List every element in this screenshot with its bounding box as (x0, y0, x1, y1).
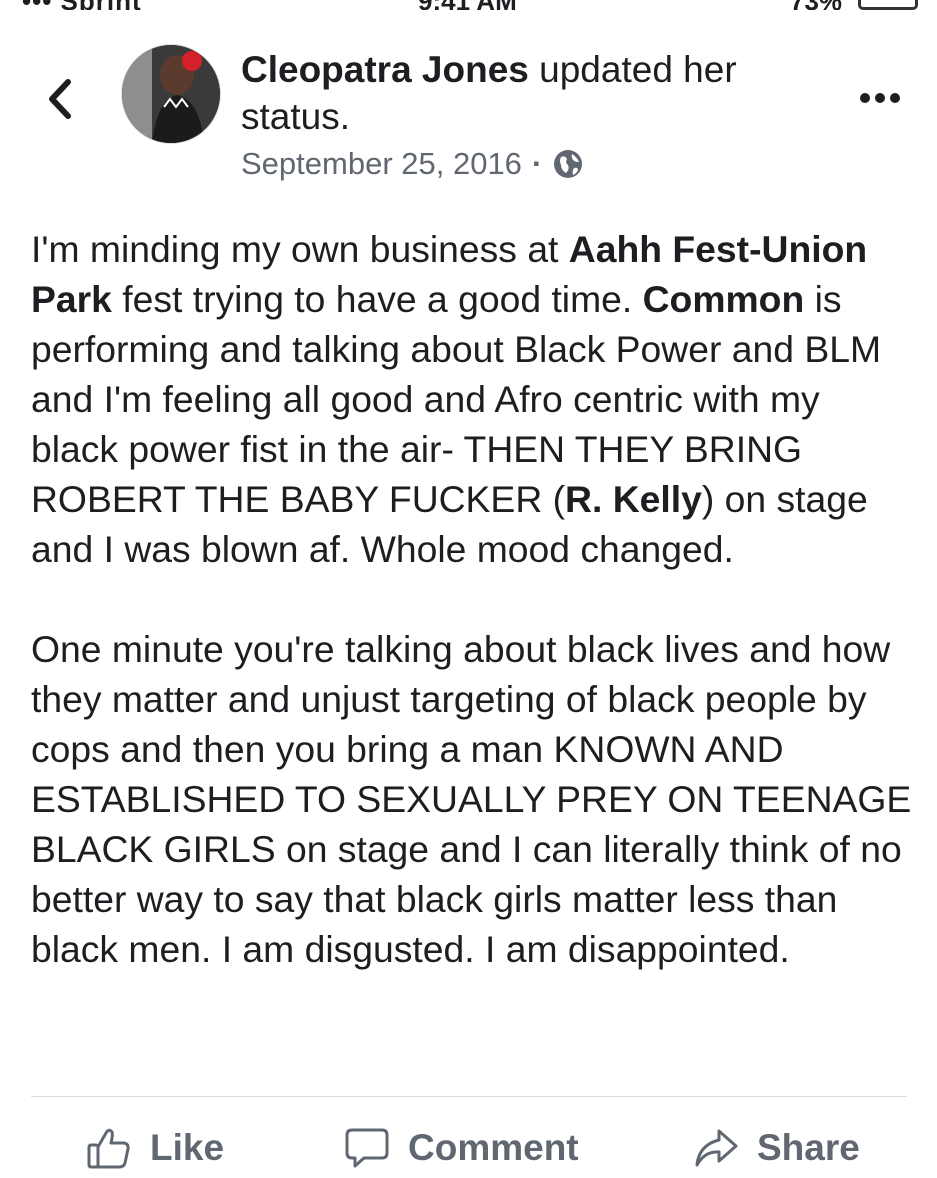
globe-icon (554, 150, 583, 178)
like-button[interactable]: Like (86, 1118, 224, 1178)
post-text-run: fest trying to have a good time. (111, 278, 643, 320)
more-dots-icon (860, 93, 900, 103)
post-bold-text: R. Kelly (565, 478, 702, 520)
post-header: Cleopatra Jones updated her status. (241, 46, 821, 140)
comment-bubble-icon (345, 1128, 389, 1168)
chevron-left-icon (49, 79, 71, 119)
share-button[interactable]: Share (693, 1118, 860, 1178)
avatar[interactable] (121, 44, 221, 144)
post-bold-text: Common (642, 278, 805, 320)
battery-icon (858, 0, 918, 10)
comment-button[interactable]: Comment (344, 1118, 579, 1178)
thumbs-up-icon (87, 1128, 130, 1169)
divider (31, 1096, 907, 1097)
post-meta: September 25, 2016 · (241, 142, 584, 186)
post-paragraph-2: One minute you're talking about black li… (31, 628, 912, 970)
profile-photo (122, 45, 220, 143)
share-label: Share (757, 1127, 860, 1168)
author-name[interactable]: Cleopatra Jones (241, 49, 529, 90)
back-button[interactable] (40, 74, 80, 124)
like-label: Like (150, 1127, 225, 1168)
share-arrow-icon (695, 1129, 738, 1167)
battery-percent: 73% (790, 0, 842, 10)
post-body: I'm minding my own business at Aahh Fest… (31, 224, 916, 974)
carrier-label: ••• Sprint (22, 0, 142, 10)
meta-separator: · (531, 146, 543, 181)
more-options-button[interactable] (858, 82, 902, 112)
comment-label: Comment (408, 1127, 579, 1168)
status-bar: ••• Sprint 9:41 AM 73% (0, 0, 937, 10)
post-text-run: I'm minding my own business at (31, 228, 569, 270)
clock: 9:41 AM (418, 0, 517, 10)
action-bar: Like Comment Share (0, 1118, 937, 1178)
post-date[interactable]: September 25, 2016 (241, 146, 522, 182)
post-paragraph-1: I'm minding my own business at Aahh Fest… (31, 224, 916, 574)
